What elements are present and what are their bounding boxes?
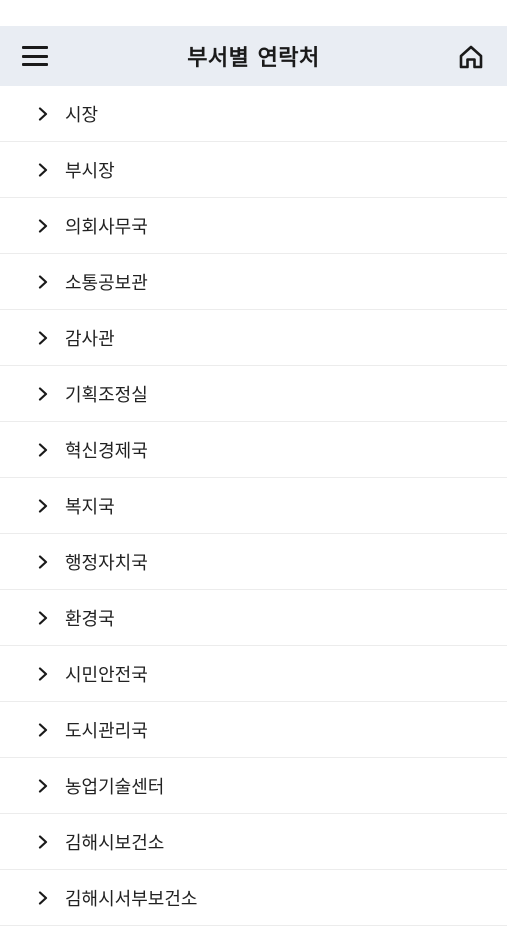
department-item[interactable]: 의회사무국 bbox=[0, 198, 507, 254]
department-label: 환경국 bbox=[65, 608, 115, 630]
status-bar bbox=[0, 0, 507, 26]
department-label: 복지국 bbox=[65, 496, 115, 518]
page-title: 부서별 연락처 bbox=[187, 46, 320, 71]
department-label: 김해시서부보건소 bbox=[65, 888, 198, 910]
department-item[interactable]: 김해시보건소 bbox=[0, 814, 507, 870]
department-label: 기획조정실 bbox=[65, 384, 148, 406]
chevron-right-icon bbox=[38, 106, 48, 121]
chevron-right-icon bbox=[38, 218, 48, 233]
department-item[interactable]: 소통공보관 bbox=[0, 254, 507, 310]
department-list: 시장부시장의회사무국소통공보관감사관기획조정실혁신경제국복지국행정자치국환경국시… bbox=[0, 86, 507, 926]
chevron-right-icon bbox=[38, 274, 48, 289]
chevron-right-icon bbox=[38, 386, 48, 401]
chevron-right-icon bbox=[38, 666, 48, 681]
department-label: 감사관 bbox=[65, 328, 115, 350]
department-item[interactable]: 감사관 bbox=[0, 310, 507, 366]
department-item[interactable]: 도시관리국 bbox=[0, 702, 507, 758]
department-label: 농업기술센터 bbox=[65, 776, 165, 798]
department-item[interactable]: 복지국 bbox=[0, 478, 507, 534]
department-item[interactable]: 시장 bbox=[0, 86, 507, 142]
chevron-right-icon bbox=[38, 162, 48, 177]
app-header: 부서별 연락처 bbox=[0, 26, 507, 86]
department-item[interactable]: 부시장 bbox=[0, 142, 507, 198]
department-label: 도시관리국 bbox=[65, 720, 148, 742]
chevron-right-icon bbox=[38, 890, 48, 905]
department-item[interactable]: 김해시서부보건소 bbox=[0, 870, 507, 926]
chevron-right-icon bbox=[38, 498, 48, 513]
menu-icon[interactable] bbox=[22, 44, 48, 68]
home-icon[interactable] bbox=[457, 43, 485, 71]
chevron-right-icon bbox=[38, 554, 48, 569]
department-item[interactable]: 농업기술센터 bbox=[0, 758, 507, 814]
department-label: 시민안전국 bbox=[65, 664, 148, 686]
department-label: 의회사무국 bbox=[65, 216, 148, 238]
department-item[interactable]: 행정자치국 bbox=[0, 534, 507, 590]
department-label: 시장 bbox=[65, 104, 99, 126]
department-label: 소통공보관 bbox=[65, 272, 148, 294]
department-label: 행정자치국 bbox=[65, 552, 148, 574]
chevron-right-icon bbox=[38, 610, 48, 625]
chevron-right-icon bbox=[38, 330, 48, 345]
department-label: 부시장 bbox=[65, 160, 115, 182]
chevron-right-icon bbox=[38, 778, 48, 793]
department-item[interactable]: 혁신경제국 bbox=[0, 422, 507, 478]
department-label: 혁신경제국 bbox=[65, 440, 148, 462]
department-item[interactable]: 기획조정실 bbox=[0, 366, 507, 422]
chevron-right-icon bbox=[38, 722, 48, 737]
department-label: 김해시보건소 bbox=[65, 832, 165, 854]
department-item[interactable]: 환경국 bbox=[0, 590, 507, 646]
department-item[interactable]: 시민안전국 bbox=[0, 646, 507, 702]
chevron-right-icon bbox=[38, 834, 48, 849]
chevron-right-icon bbox=[38, 442, 48, 457]
